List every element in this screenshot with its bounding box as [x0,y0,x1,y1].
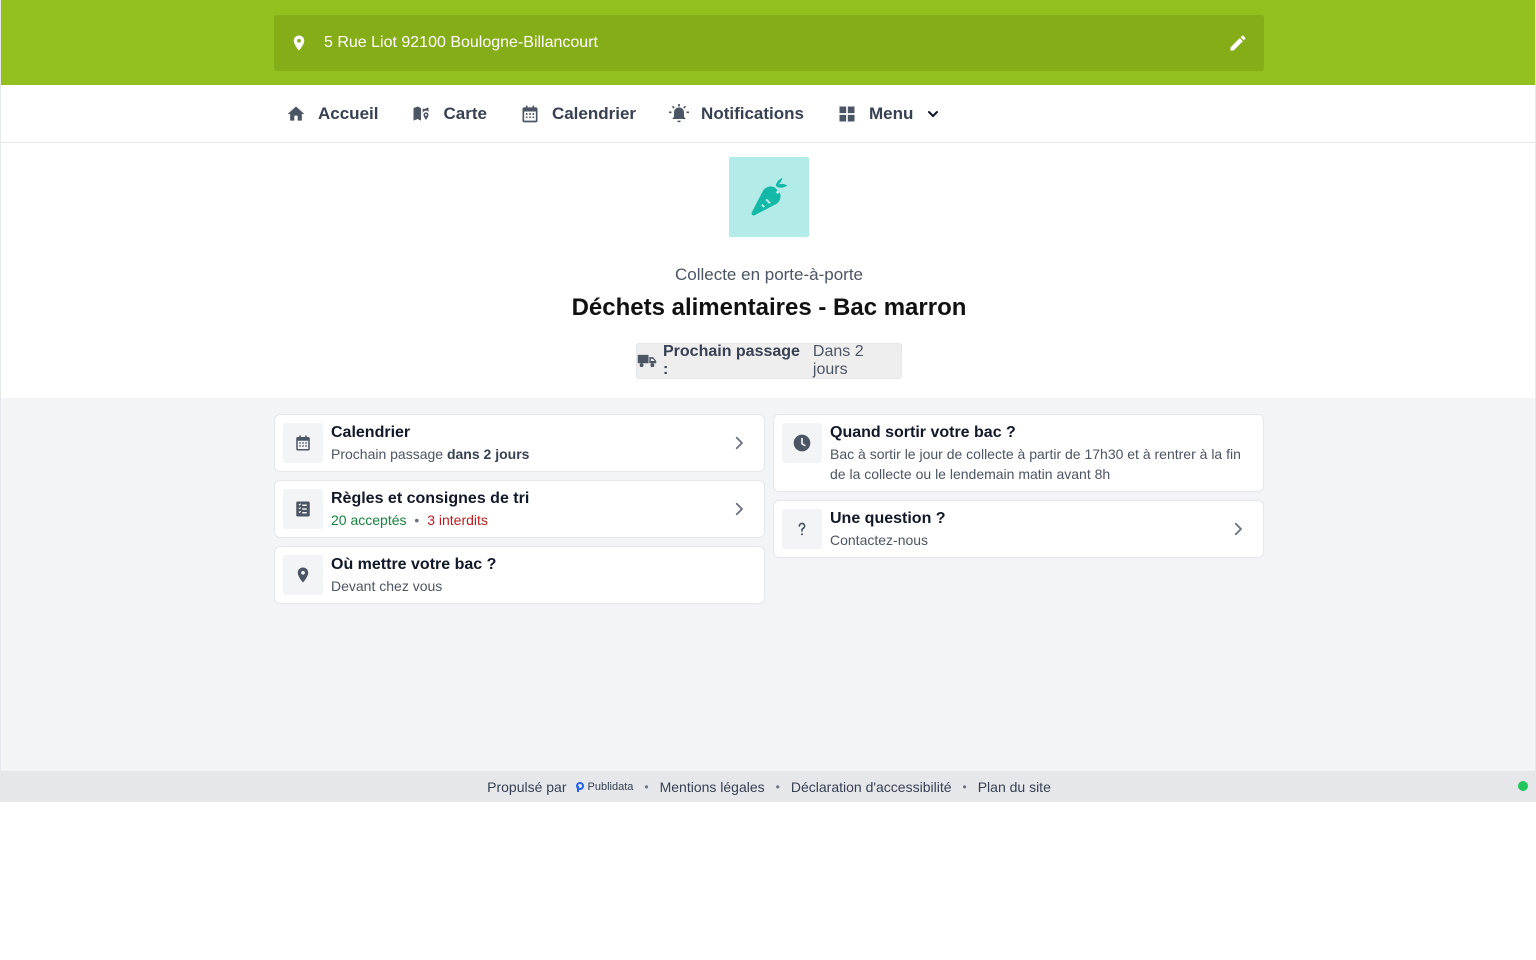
next-collection-label: Prochain passage : [663,343,800,378]
chevron-down-icon [925,106,941,122]
separator: • [644,779,649,794]
nav-item-calendrier[interactable]: Calendrier [520,104,636,124]
grid-icon [837,104,857,124]
calendar-icon [283,423,323,463]
nav-label: Menu [869,103,914,123]
collection-type: Collecte en porte-à-porte [674,265,864,284]
card-title: Calendrier [331,424,411,441]
next-collection-badge: Prochain passage : Dans 2 jours [636,343,902,379]
nav-label: Carte [443,103,487,123]
home-icon [286,104,306,124]
pencil-icon[interactable] [1228,33,1248,53]
map-icon [411,104,431,124]
nav-item-accueil[interactable]: Accueil [286,104,378,124]
carrot-icon [729,157,809,237]
brand-label: Publidata [587,780,634,793]
alarm-bell-icon [669,103,690,124]
chevron-right-icon [1229,520,1247,538]
nav-label: Notifications [701,103,804,123]
legal-notice-link[interactable]: Mentions légales [660,779,765,795]
card-subtitle: Prochain passage [331,446,444,462]
card-subtitle: Bac à sortir le jour de collecte à parti… [830,446,1241,482]
forbidden-count: 3 [427,512,435,528]
separator: • [962,779,967,794]
card-title: Règles et consignes de tri [331,490,530,507]
separator: • [414,512,420,528]
calendar-icon [520,104,540,124]
location-pin-icon [283,555,323,595]
card-question[interactable]: Une question ? Contactez-nous [773,500,1264,558]
card-subtitle-bold: dans 2 jours [446,446,530,462]
nav-item-menu[interactable]: Menu [837,104,941,124]
status-indicator [1518,781,1528,791]
chevron-right-icon [730,500,748,518]
publidata-logo-icon [575,781,585,792]
publidata-link[interactable]: Publidata [575,780,634,793]
address-text: 5 Rue Liot 92100 Boulogne-Billancourt [324,34,598,51]
card-calendar[interactable]: Calendrier Prochain passage dans 2 jours [274,414,765,472]
question-mark-icon [782,509,822,549]
address-bar[interactable]: 5 Rue Liot 92100 Boulogne-Billancourt [274,15,1264,71]
accepted-label: acceptés [350,512,407,528]
next-collection-value: Dans 2 jours [812,343,864,378]
forbidden-label: interdits [438,512,488,528]
page-title: Déchets alimentaires - Bac marron [571,294,967,321]
card-bin-location: Où mettre votre bac ? Devant chez vous [274,546,765,604]
checklist-icon [283,489,323,529]
nav-label: Calendrier [551,103,637,123]
nav-label: Accueil [318,103,379,123]
separator: • [775,779,780,794]
accessibility-link[interactable]: Déclaration d'accessibilité [791,779,952,795]
truck-icon [637,353,657,369]
nav-item-carte[interactable]: Carte [411,103,487,124]
card-title: Quand sortir votre bac ? [830,424,1016,441]
hero-section: Collecte en porte-à-porte Déchets alimen… [1,143,1535,398]
sitemap-link[interactable]: Plan du site [978,779,1051,795]
accepted-count: 20 [331,512,347,528]
card-subtitle: Devant chez vous [331,578,443,594]
chevron-right-icon [730,434,748,452]
clock-icon [782,423,822,463]
card-title: Une question ? [830,510,946,527]
app-frame: 5 Rue Liot 92100 Boulogne-Billancourt Ac… [0,0,1536,802]
main-nav: Accueil Carte Calendrier Notifications M… [1,85,1535,143]
card-when-to-put-out: Quand sortir votre bac ? Bac à sortir le… [773,414,1264,492]
card-title: Où mettre votre bac ? [331,556,497,573]
location-pin-icon [290,34,308,52]
header-bar: 5 Rue Liot 92100 Boulogne-Billancourt [1,0,1535,85]
nav-item-notifications[interactable]: Notifications [669,103,804,124]
footer: Propulsé par Publidata • Mentions légale… [1,771,1535,801]
card-sorting-rules[interactable]: Règles et consignes de tri 20 acceptés •… [274,480,765,538]
powered-by-label: Propulsé par [487,778,567,795]
card-subtitle: Contactez-nous [830,532,929,548]
